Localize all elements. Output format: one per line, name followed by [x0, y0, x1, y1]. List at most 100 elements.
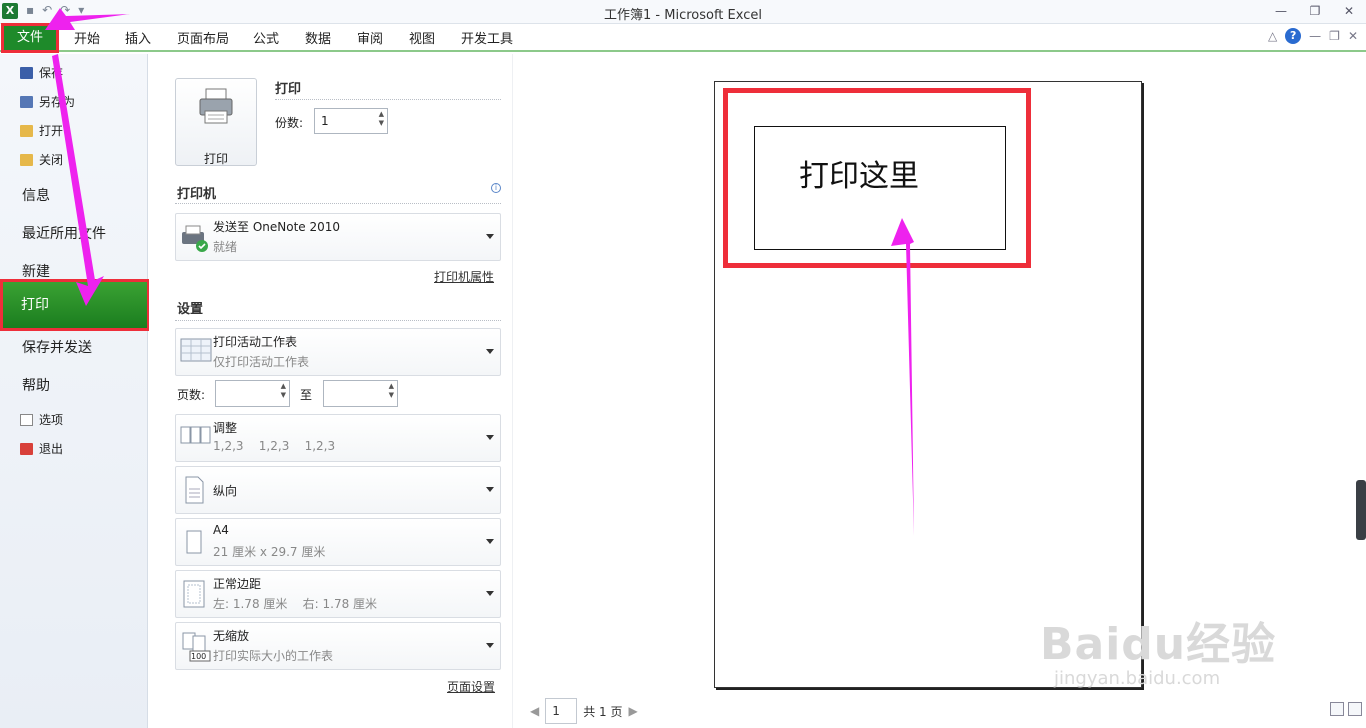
printer-status: 就绪: [213, 240, 238, 254]
restore-icon[interactable]: ❐: [1298, 0, 1332, 22]
annotation-highlight-box: 打印这里: [723, 88, 1031, 268]
side-scroll-handle[interactable]: [1356, 480, 1366, 540]
window-title: 工作簿1 - Microsoft Excel: [604, 8, 762, 23]
paper-size-dropdown[interactable]: A4 21 厘米 x 29.7 厘米: [175, 518, 501, 566]
tab-insert[interactable]: 插入: [125, 28, 151, 47]
tab-formulas[interactable]: 公式: [253, 28, 279, 47]
copies-label: 份数:: [275, 116, 304, 130]
print-settings-panel: 打印 打印 份数: 1 ▲ ▼ 打印机 i 发送至 OneNote 2010 就绪…: [149, 54, 513, 728]
print-what-dropdown[interactable]: 打印活动工作表 仅打印活动工作表: [175, 328, 501, 376]
collate-dropdown[interactable]: 调整 1,2,3 1,2,3 1,2,3: [175, 414, 501, 462]
chevron-down-icon: [486, 643, 494, 648]
nav-help[interactable]: 帮助: [22, 375, 50, 395]
tab-developer[interactable]: 开发工具: [461, 28, 513, 47]
nav-print[interactable]: 打印: [0, 279, 150, 331]
divider: [275, 99, 501, 100]
window-controls: — ❐ ✕: [1264, 0, 1366, 22]
tab-view[interactable]: 视图: [409, 28, 435, 47]
scaling-dropdown[interactable]: 100 无缩放 打印实际大小的工作表: [175, 622, 501, 670]
nav-info[interactable]: 信息: [22, 185, 50, 205]
exit-icon: [20, 442, 33, 455]
ribbon-tabs: 文件 开始 插入 页面布局 公式 数据 审阅 视图 开发工具 △ ? — ❐ ✕: [0, 23, 1366, 53]
nav-recent[interactable]: 最近所用文件: [22, 223, 106, 243]
stepper-arrows-icon[interactable]: ▲ ▼: [389, 382, 394, 400]
page-navigator: ◀ 1 共 1 页 ▶: [530, 698, 638, 724]
nav-close[interactable]: 关闭: [20, 151, 63, 168]
nav-save-as[interactable]: 另存为: [20, 93, 75, 110]
backstage-nav: 保存 另存为 打开 关闭 信息 最近所用文件 新建 打印 保存并发送 帮助 选项…: [0, 54, 150, 728]
chevron-down-icon: [486, 539, 494, 544]
nav-options[interactable]: 选项: [20, 411, 63, 428]
close-folder-icon: [20, 153, 33, 166]
chevron-down-icon: [486, 234, 494, 239]
printer-ready-icon: [182, 225, 208, 252]
nav-exit[interactable]: 退出: [20, 440, 63, 457]
chevron-down-icon: [486, 591, 494, 596]
restore-doc-icon[interactable]: ❐: [1329, 29, 1340, 43]
orientation-dropdown[interactable]: 纵向: [175, 466, 501, 514]
cell-text: 打印这里: [799, 159, 919, 194]
tab-home[interactable]: 开始: [74, 28, 100, 47]
save-as-icon: [20, 95, 33, 108]
tab-review[interactable]: 审阅: [357, 28, 383, 47]
preview-page: 打印这里: [714, 81, 1142, 688]
zoom-controls: [1330, 702, 1362, 716]
stepper-arrows-icon[interactable]: ▲ ▼: [281, 382, 286, 400]
margins-dropdown[interactable]: 正常边距 左: 1.78 厘米 右: 1.78 厘米: [175, 570, 501, 618]
minimize-icon[interactable]: —: [1264, 0, 1298, 22]
printer-dropdown[interactable]: 发送至 OneNote 2010 就绪: [175, 213, 501, 261]
previous-page-icon[interactable]: ◀: [530, 704, 539, 718]
info-icon[interactable]: i: [491, 183, 501, 193]
copies-stepper[interactable]: 1 ▲ ▼: [314, 108, 388, 134]
chevron-down-icon: [486, 349, 494, 354]
baidu-watermark: Baidu经验 jingyan.baidu.com: [1040, 619, 1277, 689]
options-icon: [20, 413, 33, 426]
zoom-to-page-icon[interactable]: [1348, 702, 1362, 716]
printer-icon: [199, 88, 233, 124]
chevron-down-icon: [486, 435, 494, 440]
chevron-down-icon: [486, 487, 494, 492]
print-button[interactable]: 打印: [175, 78, 257, 166]
nav-save-send[interactable]: 保存并发送: [22, 337, 92, 357]
margins-icon: [183, 580, 205, 608]
minimize-doc-icon[interactable]: —: [1309, 29, 1321, 43]
tab-file[interactable]: 文件: [1, 23, 59, 53]
total-pages: 共 1 页: [583, 704, 623, 719]
nav-new[interactable]: 新建: [22, 261, 50, 281]
next-page-icon[interactable]: ▶: [629, 704, 638, 718]
title-bar: X ▪ ↶ ↷ ▾ 工作簿1 - Microsoft Excel — ❐ ✕: [0, 0, 1366, 24]
pages-to-stepper[interactable]: ▲ ▼: [323, 380, 398, 407]
print-area-cell: 打印这里: [754, 126, 1006, 250]
printer-properties-link[interactable]: 打印机属性: [434, 268, 494, 285]
pages-from-stepper[interactable]: ▲ ▼: [215, 380, 290, 407]
help-icon[interactable]: ?: [1285, 28, 1302, 44]
open-folder-icon: [20, 124, 33, 137]
settings-section-title: 设置: [177, 302, 204, 317]
ribbon-controls: △ ? — ❐ ✕: [1268, 28, 1358, 44]
pages-label: 页数:: [177, 388, 206, 402]
tab-page-layout[interactable]: 页面布局: [177, 28, 229, 47]
divider: [175, 320, 501, 321]
no-scaling-icon: 100: [182, 632, 211, 662]
close-icon[interactable]: ✕: [1332, 0, 1366, 22]
collate-icon: [180, 426, 211, 444]
paper-icon: [186, 530, 202, 554]
worksheet-icon: [180, 338, 212, 362]
printer-name: 发送至 OneNote 2010: [213, 220, 341, 234]
nav-open[interactable]: 打开: [20, 122, 63, 139]
page-number-input[interactable]: 1: [545, 698, 578, 724]
collapse-ribbon-icon[interactable]: △: [1268, 29, 1277, 43]
stepper-arrows-icon[interactable]: ▲ ▼: [379, 110, 384, 128]
tab-data[interactable]: 数据: [305, 28, 331, 47]
page-setup-link[interactable]: 页面设置: [447, 678, 495, 695]
divider: [175, 203, 501, 204]
printer-section-title: 打印机: [177, 187, 217, 202]
nav-save[interactable]: 保存: [20, 64, 63, 81]
svg-text:100: 100: [191, 652, 206, 661]
print-section-title: 打印: [275, 82, 302, 97]
pages-to-label: 至: [300, 388, 313, 402]
save-icon: [20, 66, 33, 79]
close-doc-icon[interactable]: ✕: [1348, 29, 1358, 43]
portrait-icon: [185, 476, 204, 504]
show-margins-icon[interactable]: [1330, 702, 1344, 716]
